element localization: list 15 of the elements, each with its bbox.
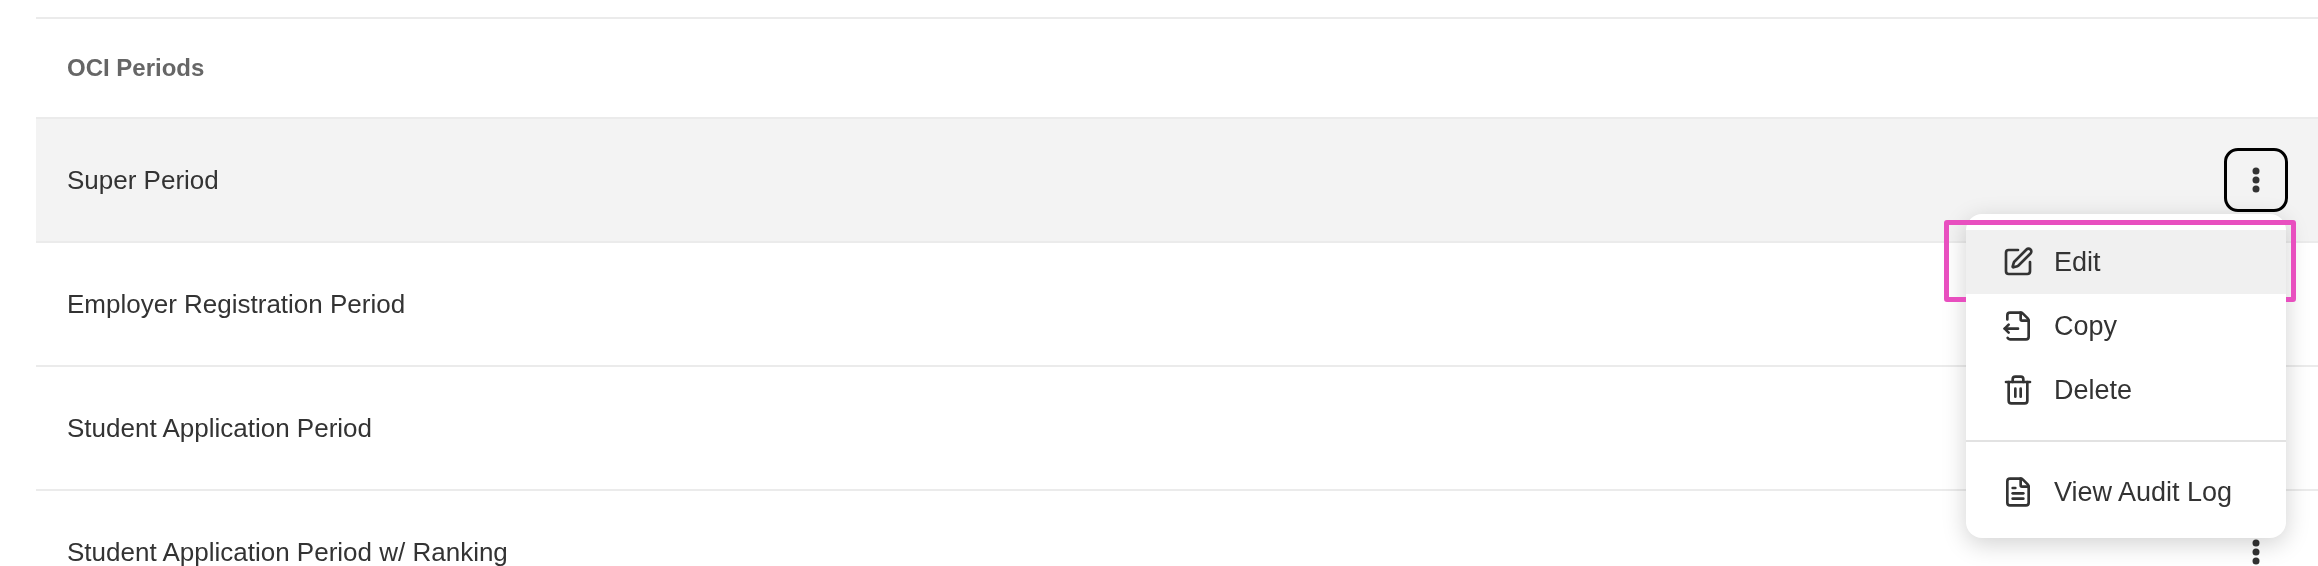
menu-item[interactable]: Copy [1966, 294, 2286, 358]
menu-item[interactable]: Delete [1966, 358, 2286, 422]
list-row[interactable]: Super Period [36, 119, 2318, 243]
row-label: Student Application Period w/ Ranking [67, 535, 508, 566]
pencil-square-icon [2002, 246, 2034, 278]
trash-icon [2002, 374, 2034, 406]
menu-item[interactable]: Edit [1966, 230, 2286, 294]
row-label: Super Period [67, 163, 219, 197]
row-label: Student Application Period [67, 411, 372, 445]
kebab-icon [2252, 539, 2260, 565]
kebab-icon [2252, 167, 2260, 193]
row-label: Employer Registration Period [67, 287, 406, 321]
menu-item[interactable]: View Audit Log [1966, 460, 2286, 524]
list-title: OCI Periods [67, 53, 205, 83]
more-button[interactable] [2224, 148, 2288, 212]
